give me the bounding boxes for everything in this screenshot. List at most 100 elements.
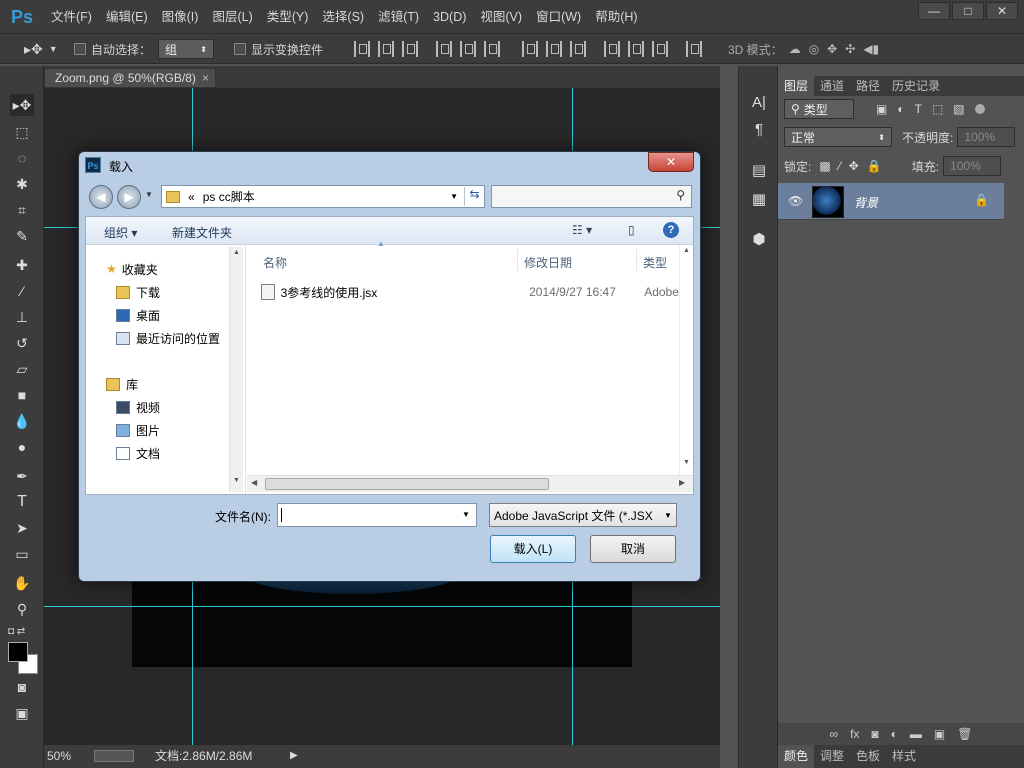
type-tool-icon[interactable]: T [10,491,34,513]
filter-smart-object-icon[interactable]: ▧ [953,102,964,116]
refresh-icon[interactable]: ⇆ [464,187,484,206]
scroll-down-arrow-icon[interactable]: ▼ [683,459,690,466]
search-box[interactable]: ⚲ [491,185,692,208]
scroll-down-arrow-icon[interactable]: ▼ [233,477,240,484]
auto-align-icon[interactable] [686,41,702,57]
move-tool-icon[interactable]: ▸✥ [10,94,34,116]
filter-toggle[interactable] [974,104,985,114]
maximize-button[interactable]: □ [952,2,984,20]
healing-brush-tool-icon[interactable]: ✚ [10,254,34,276]
foreground-color-swatch[interactable] [8,642,28,662]
move-tool-preset[interactable]: ▸✥ ▼ [24,34,58,64]
menu-select[interactable]: 选择(S) [315,0,371,34]
eyedropper-tool-icon[interactable]: ✎ [10,225,34,247]
auto-select-checkbox[interactable] [74,43,86,55]
tab-history[interactable]: 历史记录 [886,76,946,96]
opacity-input[interactable]: 100% [957,127,1016,147]
nav-libraries[interactable]: 库 [106,374,138,394]
rectangle-tool-icon[interactable]: ▭ [10,543,34,565]
stamp-tool-icon[interactable]: ⊥ [10,306,34,328]
tab-channels[interactable]: 通道 [814,76,850,96]
new-group-icon[interactable]: ▬ [910,727,922,741]
filter-shape-icon[interactable]: ⬚ [932,102,943,116]
auto-select-option[interactable]: 自动选择： [74,34,151,64]
gradient-tool-icon[interactable]: ■ [10,384,34,406]
nav-item-desktop[interactable]: 桌面 [116,305,160,325]
tab-swatches[interactable]: 色板 [850,745,886,768]
align-bottom-icon[interactable] [402,41,418,57]
column-divider[interactable] [517,249,518,271]
blend-mode-dropdown[interactable]: 正常 ⬍ [784,127,892,147]
hand-tool-icon[interactable]: ✋ [10,572,34,594]
scroll-right-arrow-icon[interactable]: ▶ [679,478,685,487]
zoom-tool-icon[interactable]: ⚲ [10,598,34,620]
fx-icon[interactable]: fx [850,727,859,741]
nav-scrollbar[interactable]: ▲ ▼ [229,247,243,492]
column-header-date[interactable]: 修改日期 [524,254,572,271]
distribute-bottom-icon[interactable] [570,41,586,57]
nav-item-documents[interactable]: 文档 [116,443,160,463]
distribute-right-icon[interactable] [652,41,668,57]
marquee-tool-icon[interactable]: ⬚ [10,121,34,143]
delete-layer-icon[interactable]: 🗑 [957,727,972,741]
layer-name[interactable]: 背景 [854,194,878,211]
brush-tool-icon[interactable]: ⁄ [10,280,34,302]
tab-color[interactable]: 颜色 [778,745,815,768]
3d-slide-icon[interactable]: ✣ [845,42,855,56]
organize-menu[interactable]: 组织 ▾ [104,224,137,241]
document-tab[interactable]: Zoom.png @ 50%(RGB/8) × [44,68,216,88]
file-list-hscrollbar[interactable]: ◀ ▶ [247,475,693,492]
scroll-left-arrow-icon[interactable]: ◀ [251,478,257,487]
forward-arrow-icon[interactable]: ▶ [117,185,141,209]
file-row[interactable]: 3参考线的使用.jsx 2014/9/27 16:47 Adobe [261,281,679,303]
menu-layer[interactable]: 图层(L) [205,0,259,34]
menu-help[interactable]: 帮助(H) [588,0,644,34]
file-list-vscrollbar[interactable]: ▲ ▼ [679,245,693,475]
help-icon[interactable]: ? [663,222,679,238]
eraser-tool-icon[interactable]: ▱ [10,358,34,380]
distribute-hcenter-icon[interactable] [628,41,644,57]
nav-item-pictures[interactable]: 图片 [116,420,160,440]
adjustment-layer-icon[interactable]: ◐ [891,727,898,741]
pen-tool-icon[interactable]: ✒ [10,465,34,487]
lock-position-icon[interactable]: ✥ [849,159,859,173]
distribute-top-icon[interactable] [522,41,538,57]
nav-item-videos[interactable]: 视频 [116,397,160,417]
tab-adjustments[interactable]: 调整 [814,745,850,768]
filter-pixel-icon[interactable]: ▣ [876,102,887,116]
dialog-close-button[interactable]: ✕ [648,152,694,172]
address-bar[interactable]: « ps cc脚本 ▼ ⇆ [161,185,485,208]
back-arrow-icon[interactable]: ◀ [89,185,113,209]
menu-file[interactable]: 文件(F) [44,0,99,34]
lock-all-icon[interactable]: 🔒 [867,159,882,173]
distribute-vcenter-icon[interactable] [546,41,562,57]
menu-filter[interactable]: 滤镜(T) [371,0,426,34]
nav-item-downloads[interactable]: 下载 [116,282,160,302]
3d-scale-icon[interactable]: ◀▮ [863,42,879,56]
show-transform-checkbox[interactable] [234,43,246,55]
screen-mode-icon[interactable]: ▣ [10,702,34,724]
notes-panel-icon[interactable]: ▤ [747,160,771,182]
column-divider[interactable] [636,249,637,271]
align-hcenter-icon[interactable] [460,41,476,57]
menu-image[interactable]: 图像(I) [155,0,206,34]
3d-panel-icon[interactable]: ⬢ [747,229,771,251]
align-top-icon[interactable] [354,41,370,57]
filter-adjustment-icon[interactable]: ◐ [897,102,904,116]
lock-pixels-icon[interactable]: ⁄ [839,159,841,173]
scroll-thumb[interactable] [265,478,549,490]
nav-item-recent-places[interactable]: 最近访问的位置 [116,328,220,348]
filter-type-icon[interactable]: T [915,102,922,116]
scroll-up-arrow-icon[interactable]: ▲ [683,247,690,254]
3d-roll-icon[interactable]: ◎ [809,42,819,56]
document-image[interactable] [132,572,632,667]
default-colors-icon[interactable]: ◘ ⇄ [8,626,25,637]
nav-favorites[interactable]: ★ 收藏夹 [106,259,158,279]
auto-select-dropdown[interactable]: 组 ⬍ [158,34,214,64]
align-left-icon[interactable] [436,41,452,57]
character-panel-icon[interactable]: A| [747,92,771,114]
eye-visibility-icon[interactable]: 👁 [788,194,803,208]
layer-row-background[interactable]: 👁 背景 🔒 [778,182,1004,220]
3d-pan-icon[interactable]: ✥ [827,42,837,56]
new-folder-button[interactable]: 新建文件夹 [172,224,232,241]
